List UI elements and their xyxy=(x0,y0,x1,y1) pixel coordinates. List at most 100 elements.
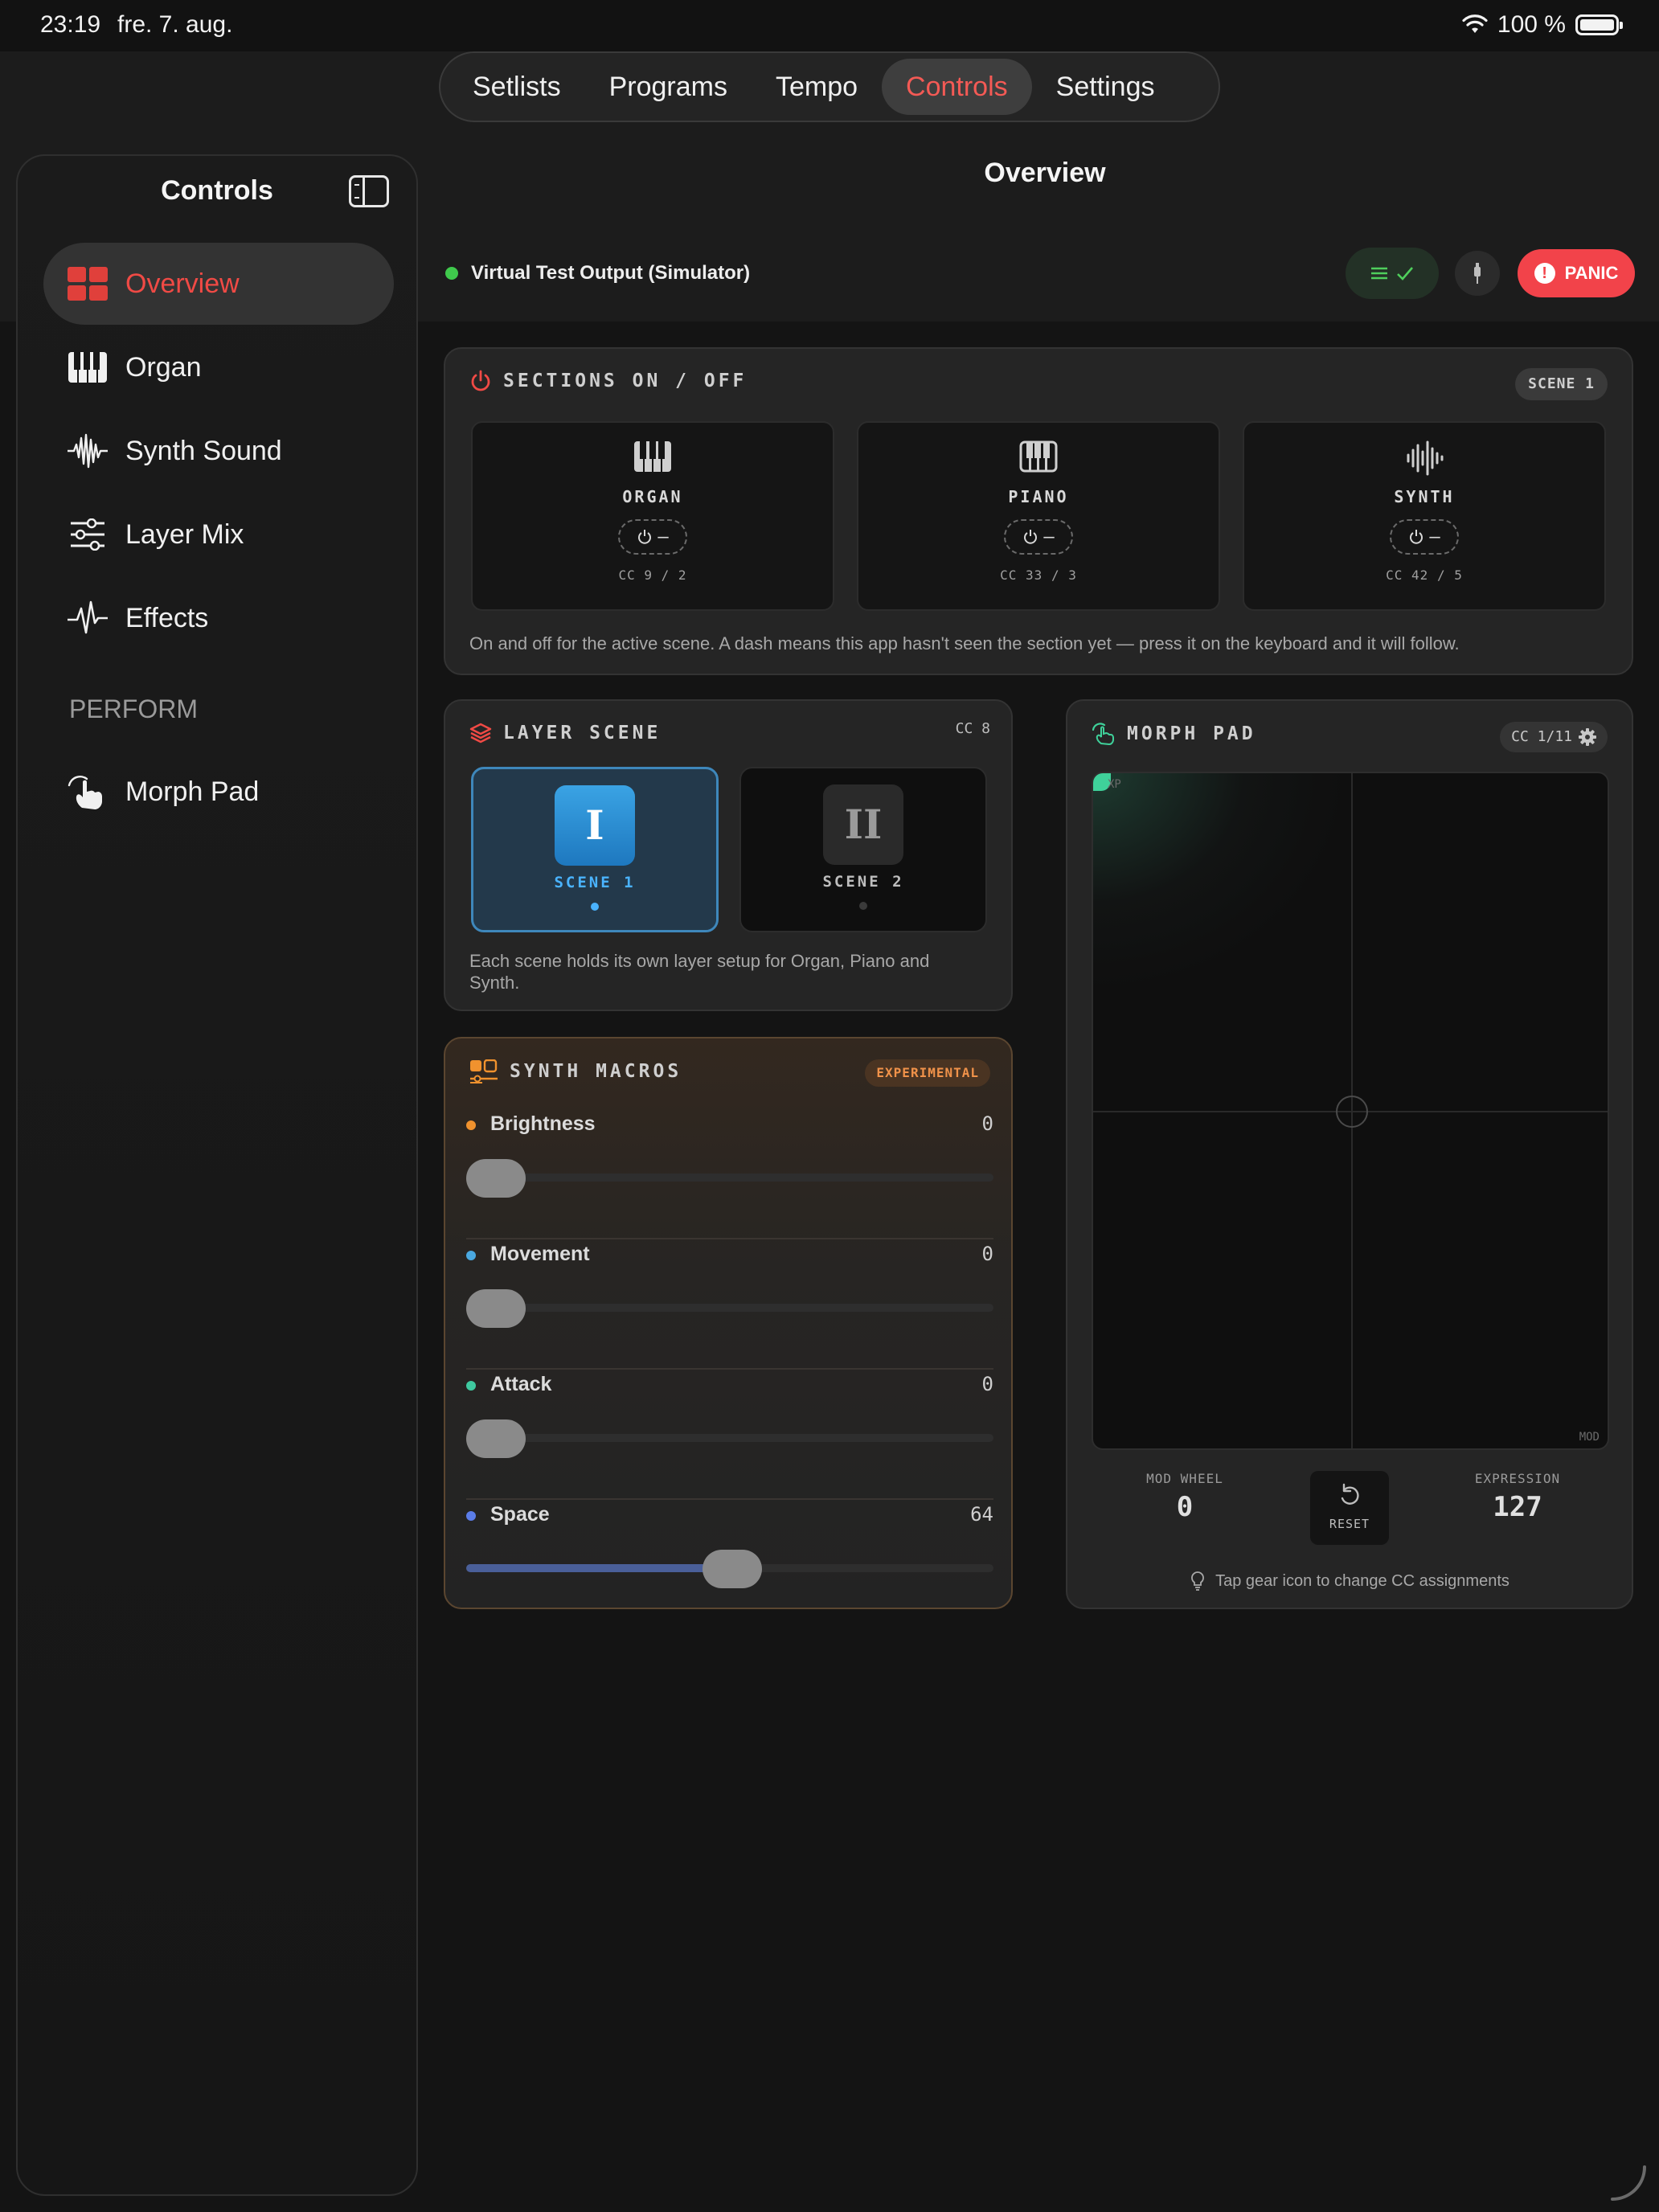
morph-tip: Tap gear icon to change CC assignments xyxy=(1067,1571,1632,1591)
synth-macros-title: SYNTH MACROS xyxy=(510,1061,682,1082)
piano-keys-icon xyxy=(1019,440,1058,473)
device-bar: Virtual Test Output (Simulator) ! PANIC xyxy=(442,241,1635,305)
waveform-icon xyxy=(1407,440,1444,476)
morph-stats: MOD WHEEL 0 RESET EXPRESSION 127 xyxy=(1092,1471,1609,1548)
macro-attack: Attack 0 xyxy=(466,1370,993,1500)
section-tile-piano[interactable]: PIANO – CC 33 / 3 xyxy=(857,421,1220,611)
macro-slider-thumb[interactable] xyxy=(466,1419,526,1458)
section-state: – xyxy=(1043,526,1055,547)
tab-controls[interactable]: Controls xyxy=(882,59,1032,115)
xy-morph-pad[interactable]: XP MOD xyxy=(1092,772,1609,1450)
macro-color-dot xyxy=(466,1381,476,1391)
macro-value: 64 xyxy=(970,1503,993,1526)
gear-icon xyxy=(1579,728,1596,746)
section-tile-organ[interactable]: ORGAN – CC 9 / 2 xyxy=(471,421,834,611)
panic-label: PANIC xyxy=(1564,263,1619,283)
tab-programs[interactable]: Programs xyxy=(585,59,752,115)
tab-settings[interactable]: Settings xyxy=(1032,59,1179,115)
macro-slider-track[interactable] xyxy=(466,1174,993,1182)
section-state: – xyxy=(657,526,669,547)
power-icon xyxy=(1024,530,1038,544)
layer-scene-card: LAYER SCENE CC 8 I SCENE 1 II SCENE 2 Ea… xyxy=(444,699,1013,1011)
waveform-icon xyxy=(68,433,108,469)
sidebar-item-label: Layer Mix xyxy=(125,518,244,550)
sidebar-item-morph-pad[interactable]: Morph Pad xyxy=(43,751,394,833)
connection-status-dot xyxy=(445,267,458,280)
connector-button[interactable] xyxy=(1455,251,1500,296)
sidebar-item-label: Overview xyxy=(125,268,240,299)
sidebar-item-layer-mix[interactable]: Layer Mix xyxy=(43,494,394,576)
resize-grabber-icon[interactable] xyxy=(1606,2161,1651,2206)
section-cc: CC 9 / 2 xyxy=(618,567,687,583)
tab-setlists[interactable]: Setlists xyxy=(449,59,585,115)
sidebar-item-overview[interactable]: Overview xyxy=(43,243,394,325)
grid-icon xyxy=(68,267,108,301)
morph-pad-cc: CC 1/11 xyxy=(1511,728,1572,745)
scene-2-button[interactable]: II SCENE 2 xyxy=(739,767,987,932)
macro-slider-fill xyxy=(466,1564,732,1572)
midi-status-button[interactable] xyxy=(1346,248,1439,299)
device-name: Virtual Test Output (Simulator) xyxy=(471,262,751,284)
morph-tip-text: Tap gear icon to change CC assignments xyxy=(1215,1571,1509,1590)
layer-scene-note: Each scene holds its own layer setup for… xyxy=(469,951,930,993)
section-toggle[interactable]: – xyxy=(1390,519,1459,555)
macro-name: Attack xyxy=(490,1373,552,1395)
macro-color-dot xyxy=(466,1251,476,1260)
section-toggle[interactable]: – xyxy=(1004,519,1073,555)
status-right: 100 % xyxy=(1462,11,1623,39)
macro-slider-thumb[interactable] xyxy=(702,1550,762,1588)
reset-icon xyxy=(1341,1483,1359,1505)
section-cc: CC 42 / 5 xyxy=(1386,567,1463,583)
layer-scene-title: LAYER SCENE xyxy=(503,723,662,743)
lightbulb-icon xyxy=(1191,1571,1205,1591)
expression-label: EXPRESSION xyxy=(1474,1471,1561,1486)
panic-button[interactable]: ! PANIC xyxy=(1518,249,1635,297)
pad-center-marker xyxy=(1336,1096,1368,1128)
cable-icon xyxy=(1474,263,1481,284)
scene-label: SCENE 2 xyxy=(822,873,904,891)
sidebar-item-effects[interactable]: Effects xyxy=(43,577,394,659)
macro-name: Space xyxy=(490,1503,550,1526)
macro-value: 0 xyxy=(981,1243,993,1265)
hand-touch-icon xyxy=(68,776,102,809)
sidebar-item-synth-sound[interactable]: Synth Sound xyxy=(43,410,394,492)
synth-macros-header: SYNTH MACROS xyxy=(469,1059,682,1083)
scene-label: SCENE 1 xyxy=(554,874,636,891)
morph-pad-card: MORPH PAD CC 1/11 XP MOD MOD WHEEL 0 RES… xyxy=(1066,699,1633,1609)
status-date: fre. 7. aug. xyxy=(117,11,233,38)
section-toggle[interactable]: – xyxy=(618,519,687,555)
macro-name: Brightness xyxy=(490,1112,596,1135)
checkmark-icon xyxy=(1397,267,1413,281)
morph-pad-header: MORPH PAD xyxy=(1092,722,1256,746)
scene-numeral: I xyxy=(555,785,635,866)
scene-active-dot xyxy=(591,903,599,911)
power-icon xyxy=(1410,530,1423,544)
sidebar-section-perform: PERFORM xyxy=(69,694,198,723)
macro-slider-thumb[interactable] xyxy=(466,1159,526,1198)
mod-wheel-label: MOD WHEEL xyxy=(1146,1471,1223,1486)
scene-badge: SCENE 1 xyxy=(1515,368,1608,400)
sections-header: SECTIONS ON / OFF xyxy=(469,370,747,392)
macro-slider-track[interactable] xyxy=(466,1304,993,1312)
touch-gesture-icon xyxy=(1092,723,1114,746)
tab-tempo[interactable]: Tempo xyxy=(752,59,882,115)
expression-readout: EXPRESSION 127 xyxy=(1437,1471,1598,1523)
macro-name: Movement xyxy=(490,1243,590,1265)
sidebar-item-organ[interactable]: Organ xyxy=(43,326,394,408)
reset-button[interactable]: RESET xyxy=(1310,1471,1389,1545)
piano-keys-icon xyxy=(68,352,107,383)
scene-inactive-dot xyxy=(859,902,867,910)
status-time: 23:19 xyxy=(40,11,101,38)
cc-assignment-button[interactable]: CC 1/11 xyxy=(1500,722,1608,752)
macro-slider-track[interactable] xyxy=(466,1434,993,1442)
scene-1-button[interactable]: I SCENE 1 xyxy=(471,767,719,932)
sliders-icon xyxy=(71,518,104,551)
pad-y-label: MOD xyxy=(1579,1431,1600,1444)
sidebar-toggle-icon[interactable] xyxy=(349,175,389,207)
section-name: ORGAN xyxy=(622,487,683,506)
section-tile-synth[interactable]: SYNTH – CC 42 / 5 xyxy=(1243,421,1606,611)
sections-note: On and off for the active scene. A dash … xyxy=(469,633,1460,653)
macro-slider-thumb[interactable] xyxy=(466,1289,526,1328)
battery-percent: 100 % xyxy=(1497,11,1566,38)
sidebar-item-label: Morph Pad xyxy=(125,776,260,807)
